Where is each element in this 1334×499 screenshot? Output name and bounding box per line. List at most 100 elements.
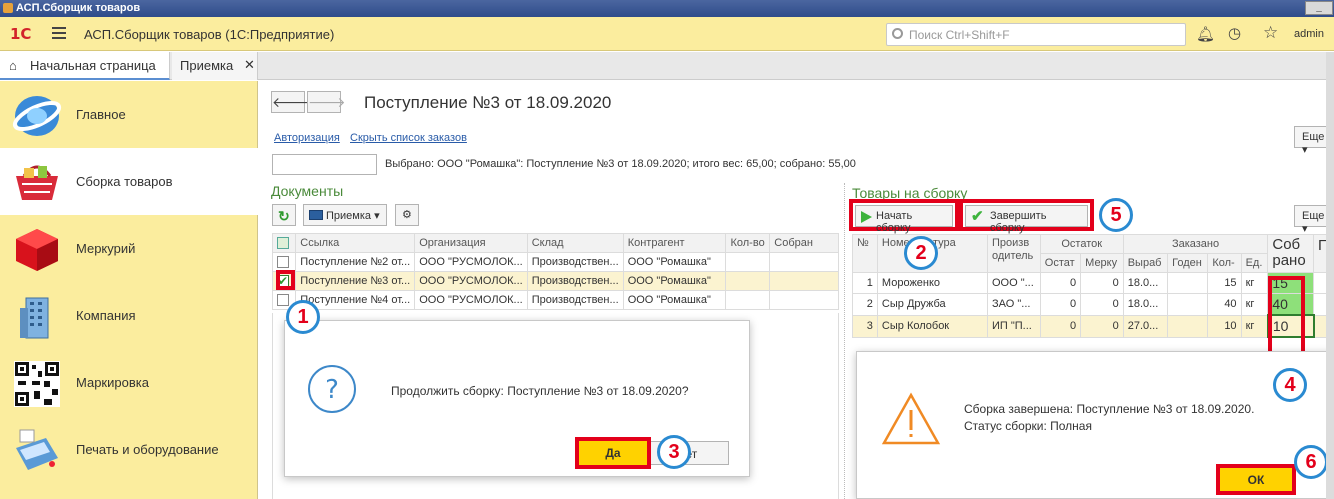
row-checkbox[interactable] — [277, 294, 289, 307]
qr-code-icon — [14, 361, 60, 407]
warning-icon — [881, 392, 941, 445]
search-input[interactable]: Поиск Ctrl+Shift+F — [886, 23, 1186, 46]
cell-counterparty: ООО "Ромашка" — [622, 271, 727, 291]
cell-num: 2 — [852, 293, 878, 316]
table-row[interactable]: Поступление №4 от... ООО "РУСМОЛОК... Пр… — [271, 290, 839, 310]
ok-button[interactable]: ОК — [1220, 468, 1292, 491]
column-header[interactable]: Организация — [414, 233, 528, 253]
app-title: АСП.Сборщик товаров (1С:Предприятие) — [84, 27, 335, 42]
column-header[interactable]: Остат — [1039, 253, 1082, 273]
column-header[interactable]: Кол-во — [725, 233, 771, 253]
cell-name: Мороженко — [876, 272, 989, 294]
menu-icon[interactable] — [52, 27, 66, 42]
refresh-icon: ↻ — [278, 208, 290, 224]
column-header[interactable]: № — [852, 234, 878, 273]
sidebar-item-label: Печать и оборудование — [76, 442, 219, 457]
cell-warehouse: Производствен... — [526, 271, 624, 291]
column-header[interactable]: Произв одитель — [987, 234, 1041, 273]
cell-done — [769, 271, 839, 291]
sidebar-item-marking[interactable]: Маркировка — [0, 349, 258, 416]
cell-org: ООО "РУСМОЛОК... — [414, 290, 528, 310]
filter-label: Приемка ▾ — [326, 210, 380, 222]
splitter[interactable] — [844, 183, 845, 499]
barcode-input[interactable] — [272, 154, 377, 175]
refresh-button[interactable]: ↻ — [272, 204, 296, 226]
globe-icon — [12, 96, 62, 136]
yes-button[interactable]: Да — [579, 441, 647, 465]
cell-done — [769, 252, 839, 272]
cell-rest: 0 — [1039, 272, 1082, 294]
settings-button[interactable]: ⚙ — [395, 204, 419, 226]
search-placeholder: Поиск Ctrl+Shift+F — [909, 28, 1010, 42]
step-marker-4: 4 — [1273, 368, 1307, 402]
column-header[interactable]: Ед. — [1240, 253, 1269, 273]
cell-warehouse: Производствен... — [526, 252, 624, 272]
finish-assembly-button[interactable]: ✔ Завершить сборку — [965, 205, 1088, 234]
page-title: Поступление №3 от 18.09.2020 — [364, 93, 612, 112]
cell-link[interactable]: Поступление №3 от... — [295, 271, 416, 291]
minimize-button[interactable]: _ — [1305, 1, 1333, 15]
star-icon[interactable]: ☆ — [1263, 23, 1278, 43]
sidebar-item-label: Главное — [76, 107, 126, 122]
history-icon[interactable]: ◷ — [1228, 24, 1241, 42]
tab-home[interactable]: ⌂ Начальная страница — [0, 52, 170, 80]
hide-orders-link[interactable]: Скрыть список заказов — [350, 132, 467, 144]
cell-unit: кг — [1240, 272, 1269, 294]
column-header[interactable]: Мерку — [1080, 253, 1124, 273]
sidebar-item-company[interactable]: Компания — [0, 282, 258, 349]
sidebar-item-printing[interactable]: Печать и оборудование — [0, 416, 258, 483]
step-marker-3: 3 — [657, 435, 691, 469]
back-button[interactable]: 🡐 — [271, 91, 310, 113]
column-header[interactable]: Ссылка — [295, 233, 416, 253]
row-checkbox[interactable] — [277, 256, 289, 269]
tab-receiving[interactable]: Приемка ✕ — [172, 52, 258, 80]
window-title: АСП.Сборщик товаров — [16, 2, 141, 14]
bell-icon[interactable]: 🔔︎ — [1196, 25, 1215, 43]
cell-producer: ИП "П... — [987, 314, 1041, 338]
cell-qty: 10 — [1207, 314, 1242, 338]
cell-num: 3 — [852, 314, 878, 338]
select-all-header[interactable] — [271, 233, 297, 253]
cell-org: ООО "РУСМОЛОК... — [414, 271, 528, 291]
cell-qty: 15 — [1207, 272, 1242, 294]
table-row[interactable]: 1 Мороженко ООО "... 0 0 18.0... 15 кг 1… — [852, 272, 1334, 294]
start-assembly-label: Начать сборку — [876, 210, 913, 234]
table-row[interactable]: Поступление №2 от... ООО "РУСМОЛОК... Пр… — [271, 252, 839, 272]
play-icon — [861, 211, 872, 223]
auth-link[interactable]: Авторизация — [274, 132, 340, 144]
scrollbar[interactable] — [1326, 52, 1334, 499]
user-name[interactable]: admin — [1294, 28, 1324, 40]
sidebar-item-mercury[interactable]: Меркурий — [0, 215, 258, 282]
column-header[interactable]: Собран — [769, 233, 839, 253]
close-icon[interactable]: ✕ — [244, 57, 255, 73]
cell-link[interactable]: Поступление №2 от... — [295, 252, 416, 272]
cell-qty — [725, 252, 771, 272]
table-row[interactable]: 2 Сыр Дружба ЗАО "... 0 0 18.0... 40 кг … — [852, 293, 1334, 316]
column-header[interactable]: Контрагент — [622, 233, 727, 253]
checkbox-icon — [277, 237, 289, 250]
cell-num: 1 — [852, 272, 878, 294]
column-header[interactable]: Остаток — [1039, 234, 1124, 254]
start-assembly-button[interactable]: Начать сборку — [855, 205, 953, 234]
cell-name: Сыр Колобок — [876, 314, 989, 338]
forward-button[interactable]: 🡒 — [307, 91, 346, 113]
documents-table: Ссылка Организация Склад Контрагент Кол-… — [271, 233, 839, 310]
cell-org: ООО "РУСМОЛОК... — [414, 252, 528, 272]
column-header[interactable]: Соб рано — [1267, 234, 1315, 273]
column-header[interactable]: Годен — [1167, 253, 1209, 273]
done-line-2: Статус сборки: Полная — [964, 419, 1092, 433]
cell-done — [769, 290, 839, 310]
filter-dropdown[interactable]: Приемка ▾ — [303, 204, 387, 226]
column-header[interactable]: Заказано — [1122, 234, 1269, 254]
table-row-selected[interactable]: 3 Сыр Колобок ИП "П... 0 0 27.0... 10 кг… — [852, 314, 1334, 338]
cell-counterparty: ООО "Ромашка" — [622, 252, 727, 272]
sidebar-item-assembly[interactable]: Сборка товаров — [0, 148, 258, 215]
document-icon — [309, 210, 323, 220]
goods-more-button[interactable]: Еще ▾ — [1294, 205, 1330, 235]
column-header[interactable]: Выраб — [1122, 253, 1169, 273]
column-header[interactable]: Кол- — [1207, 253, 1242, 273]
more-button[interactable]: Еще ▾ — [1294, 126, 1330, 156]
sidebar-item-main[interactable]: Главное — [0, 81, 258, 148]
column-header[interactable]: Склад — [526, 233, 624, 253]
table-row-selected[interactable]: ✔ Поступление №3 от... ООО "РУСМОЛОК... … — [271, 271, 839, 291]
